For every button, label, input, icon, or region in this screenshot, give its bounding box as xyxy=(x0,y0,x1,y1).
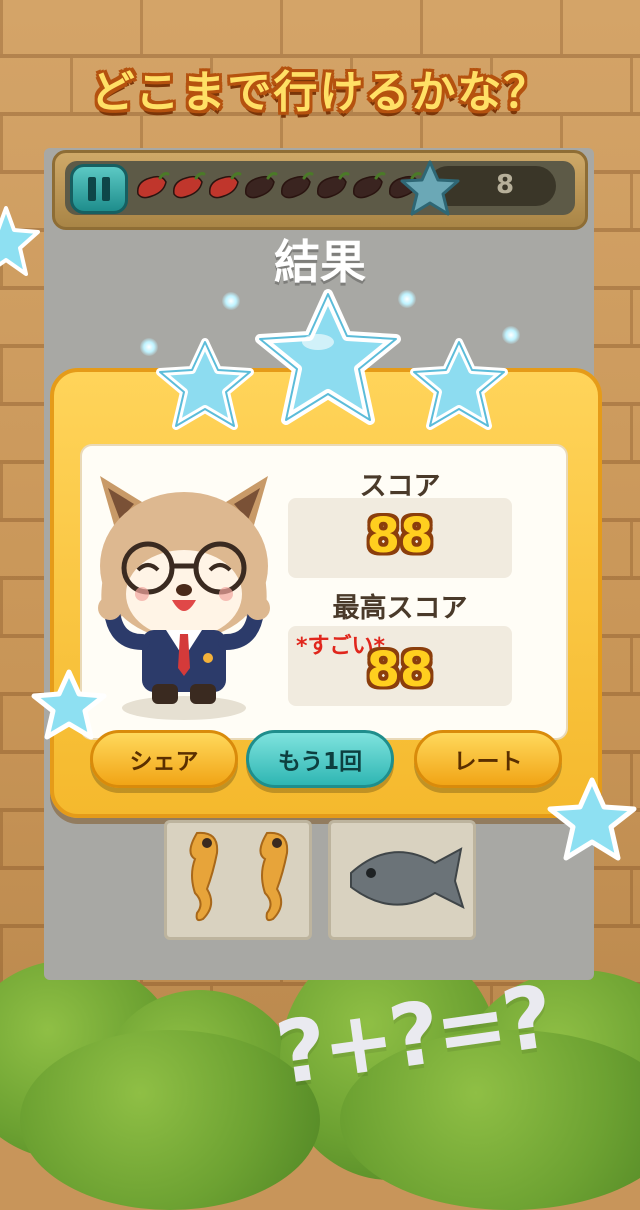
brick-seam xyxy=(0,812,3,866)
result-star-right-icon xyxy=(410,338,508,430)
fish-icon xyxy=(350,847,465,909)
brick-seam xyxy=(0,464,3,518)
brick-seam xyxy=(0,580,3,634)
star-count: 8 xyxy=(495,170,515,200)
tile-fish xyxy=(328,820,476,940)
brick-seam xyxy=(630,174,633,228)
seahorse-icon xyxy=(189,831,289,922)
brick-seam xyxy=(560,0,563,54)
result-star-center-icon xyxy=(255,289,401,425)
brick-seam xyxy=(0,696,3,750)
brick-seam xyxy=(0,348,3,402)
pepper-active-icon xyxy=(209,172,242,199)
best-score-label: 最高スコア xyxy=(332,593,468,624)
brick-seam xyxy=(630,638,633,692)
brick-seam xyxy=(0,116,3,170)
brick-seam xyxy=(420,0,423,54)
brick-seam xyxy=(630,290,633,344)
pepper-inactive-icon xyxy=(281,172,314,199)
tile-seahorses xyxy=(164,820,312,940)
pepper-inactive-icon xyxy=(317,172,350,199)
brick-seam xyxy=(280,0,283,54)
share-button[interactable]: シェア xyxy=(90,730,238,788)
red-panda-mascot xyxy=(98,476,270,720)
sparkle xyxy=(222,292,240,310)
result-title: 結果 xyxy=(274,235,366,289)
retry-button[interactable]: もう1回 xyxy=(246,730,394,788)
pause-icon xyxy=(88,177,96,201)
best-score-value: 88 xyxy=(366,642,434,698)
brick-seam xyxy=(630,406,633,460)
brick-seam xyxy=(140,0,143,54)
star-icon xyxy=(400,160,460,216)
pepper-active-icon xyxy=(173,172,206,199)
pepper-inactive-icon xyxy=(245,172,278,199)
banner-title: どこまで行けるかな？ xyxy=(90,67,550,118)
score-value: 88 xyxy=(366,508,434,564)
decor-star-icon xyxy=(31,669,107,740)
decor-star-icon xyxy=(547,777,637,861)
brick-seam xyxy=(630,522,633,576)
brick-seam xyxy=(0,0,3,54)
pause-button[interactable] xyxy=(70,164,128,214)
result-star-left-icon xyxy=(156,338,254,430)
pepper-active-icon xyxy=(137,172,170,199)
rate-button[interactable]: レート xyxy=(414,730,562,788)
pepper-inactive-icon xyxy=(353,172,386,199)
